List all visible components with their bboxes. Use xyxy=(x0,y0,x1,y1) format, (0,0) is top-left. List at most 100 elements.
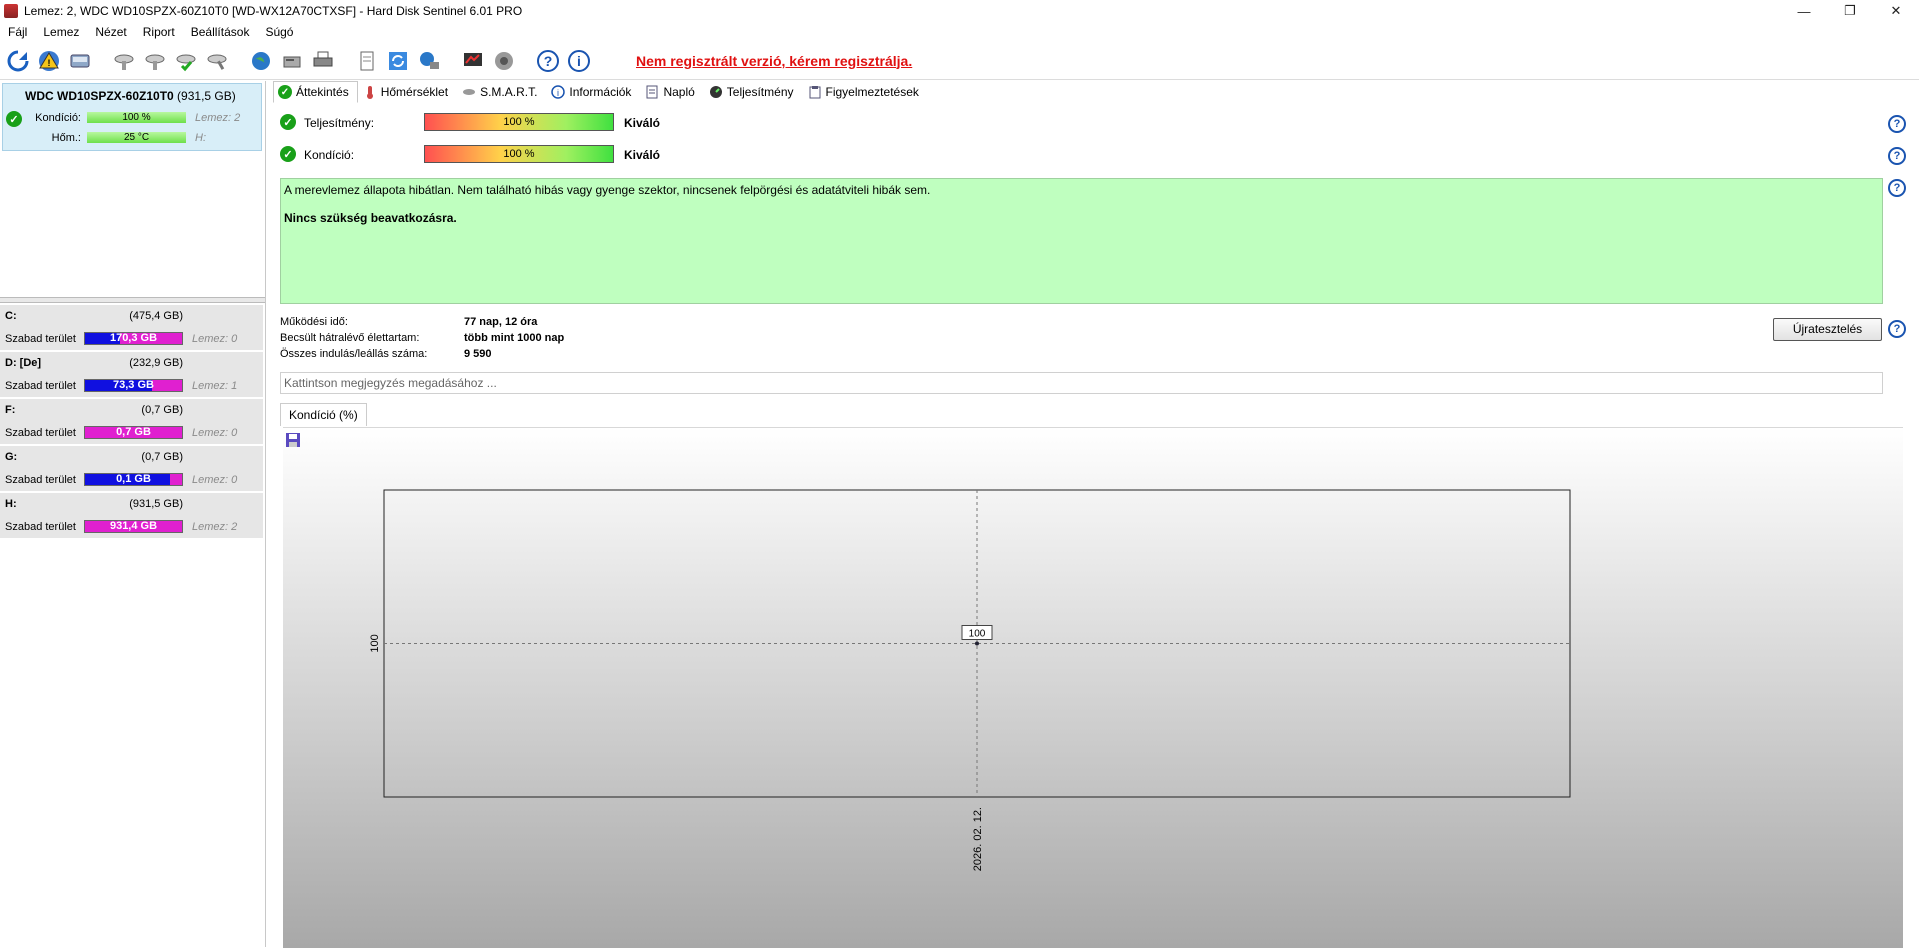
sync-icon[interactable] xyxy=(384,47,412,75)
condition-label: Kondíció: xyxy=(35,112,81,124)
condition-bar: 100 % xyxy=(87,112,186,123)
free-space-value: 170,3 GB xyxy=(109,332,158,344)
menu-help[interactable]: Súgó xyxy=(257,25,301,39)
volume-name: D: [De] xyxy=(5,357,42,369)
tab-bar: ✓ Áttekintés Hőmérséklet S.M.A.R.T. i Info… xyxy=(273,81,928,103)
volume-item[interactable]: D: [De] (232,9 GB) Szabad terület 73,3 GB Le… xyxy=(0,352,263,398)
svg-text:i: i xyxy=(577,53,581,69)
retest-button[interactable]: Újratesztelés xyxy=(1773,318,1882,341)
volume-name: G: xyxy=(5,451,18,463)
status-action: Nincs szükség beavatkozásra. xyxy=(284,211,457,225)
refresh-icon[interactable] xyxy=(4,47,32,75)
free-space-label: Szabad terület xyxy=(5,474,76,486)
disk-tool-icon[interactable] xyxy=(203,47,231,75)
monitor-icon[interactable] xyxy=(459,47,487,75)
health-meter: 100 % xyxy=(424,145,614,163)
free-space-bar: 931,4 GB xyxy=(84,520,183,533)
volume-item[interactable]: C: (475,4 GB) Szabad terület 170,3 GB Lemez:… xyxy=(0,305,263,351)
status-text: A merevlemez állapota hibátlan. Nem talá… xyxy=(284,183,931,197)
tab-performance[interactable]: Teljesítmény xyxy=(704,81,803,103)
volume-disk: Lemez: 0 xyxy=(192,333,238,345)
svg-text:?: ? xyxy=(544,53,553,69)
performance-meter: 100 % xyxy=(424,113,614,131)
menu-bar: Fájl Lemez Nézet Riport Beállítások Súgó xyxy=(0,22,1919,42)
volume-name: C: xyxy=(5,310,17,322)
menu-disk[interactable]: Lemez xyxy=(35,25,87,39)
power-on-value: 77 nap, 12 óra xyxy=(464,316,538,328)
tab-alerts[interactable]: Figyelmeztetések xyxy=(803,81,928,103)
tab-smart[interactable]: S.M.A.R.T. xyxy=(457,81,546,103)
volume-item[interactable]: G: (0,7 GB) Szabad terület 0,1 GB Lemez: 0 xyxy=(0,446,263,492)
menu-view[interactable]: Nézet xyxy=(87,25,134,39)
help-icon[interactable]: ? xyxy=(1888,147,1906,165)
check-icon: ✓ xyxy=(6,111,22,127)
report-icon[interactable] xyxy=(353,47,381,75)
disk-name: WDC WD10SPZX-60Z10T0 (931,5 GB) xyxy=(25,89,236,103)
check-icon: ✓ xyxy=(278,85,292,99)
tab-temperature[interactable]: Hőmérséklet xyxy=(358,81,457,103)
svg-text:i: i xyxy=(557,88,559,98)
free-space-label: Szabad terület xyxy=(5,521,76,533)
menu-settings[interactable]: Beállítások xyxy=(183,25,258,39)
check-icon: ✓ xyxy=(280,114,296,130)
disk-test-icon[interactable] xyxy=(110,47,138,75)
free-space-bar: 0,1 GB xyxy=(84,473,183,486)
note-input[interactable]: Kattintson megjegyzés megadásához ... xyxy=(280,372,1883,394)
settings-icon[interactable] xyxy=(490,47,518,75)
tab-log[interactable]: Napló xyxy=(640,81,703,103)
tab-overview[interactable]: ✓ Áttekintés xyxy=(273,81,358,103)
disk-index: Lemez: 2 xyxy=(195,112,241,124)
data-label: 100 xyxy=(969,629,986,640)
disk-test2-icon[interactable] xyxy=(141,47,169,75)
menu-file[interactable]: Fájl xyxy=(0,25,35,39)
tab-information[interactable]: i Információk xyxy=(546,81,640,103)
toolbar: ! ? i Nem regisztrált verzió, kérem regi… xyxy=(0,42,1919,80)
left-pane: WDC WD10SPZX-60Z10T0 (931,5 GB) ✓ Kondíc… xyxy=(0,81,266,947)
network-icon[interactable] xyxy=(415,47,443,75)
volume-item[interactable]: H: (931,5 GB) Szabad terület 931,4 GB Lemez:… xyxy=(0,493,263,539)
help-icon[interactable]: ? xyxy=(534,47,562,75)
lifetime-label: Becsült hátralévő élettartam: xyxy=(280,332,420,344)
temp-label: Hőm.: xyxy=(51,132,81,144)
pane-splitter[interactable] xyxy=(0,297,265,303)
free-space-value: 931,4 GB xyxy=(109,520,158,532)
overview-panel: ✓ Teljesítmény: 100 % Kiváló ? ✓ Kondíci… xyxy=(273,103,1919,948)
status-description: A merevlemez állapota hibátlan. Nem talá… xyxy=(280,178,1883,304)
maximize-button[interactable]: ❐ xyxy=(1827,0,1873,22)
alert-icon[interactable]: ! xyxy=(35,47,63,75)
free-space-label: Szabad terület xyxy=(5,427,76,439)
chart-tab-health[interactable]: Kondíció (%) xyxy=(280,403,367,426)
menu-report[interactable]: Riport xyxy=(135,25,183,39)
disk-card[interactable]: WDC WD10SPZX-60Z10T0 (931,5 GB) ✓ Kondíc… xyxy=(2,83,262,151)
temp-bar: 25 °C xyxy=(87,132,186,143)
help-icon[interactable]: ? xyxy=(1888,115,1906,133)
starts-value: 9 590 xyxy=(464,348,492,360)
health-chart-area: 2026. 02. 12. 100 100 xyxy=(283,427,1903,948)
close-button[interactable]: ✕ xyxy=(1873,0,1919,22)
app-icon xyxy=(4,4,18,18)
volume-item[interactable]: F: (0,7 GB) Szabad terület 0,7 GB Lemez: 0 xyxy=(0,399,263,445)
disk-icon[interactable] xyxy=(66,47,94,75)
info-icon[interactable]: i xyxy=(565,47,593,75)
free-space-value: 0,7 GB xyxy=(116,426,151,438)
server-icon[interactable] xyxy=(278,47,306,75)
health-rating: Kiváló xyxy=(624,148,661,162)
help-icon[interactable]: ? xyxy=(1888,179,1906,197)
disk-ok-icon[interactable] xyxy=(172,47,200,75)
volume-size: (931,5 GB) xyxy=(129,498,183,510)
thermometer-icon xyxy=(363,85,377,99)
free-space-bar: 0,7 GB xyxy=(84,426,183,439)
disk-condition-row: ✓ Kondíció: 100 % Lemez: 2 xyxy=(3,111,261,128)
svg-text:!: ! xyxy=(48,58,51,68)
help-icon[interactable]: ? xyxy=(1888,320,1906,338)
unregistered-notice[interactable]: Nem regisztrált verzió, kérem regisztrál… xyxy=(636,53,912,69)
globe-icon[interactable] xyxy=(247,47,275,75)
gauge-icon xyxy=(709,85,723,99)
info-icon: i xyxy=(551,85,566,99)
performance-label: Teljesítmény: xyxy=(304,116,375,130)
log-icon xyxy=(645,85,659,99)
minimize-button[interactable]: — xyxy=(1781,0,1827,22)
y-tick-label: 100 xyxy=(369,634,381,652)
print-icon[interactable] xyxy=(309,47,337,75)
data-point xyxy=(975,641,979,646)
